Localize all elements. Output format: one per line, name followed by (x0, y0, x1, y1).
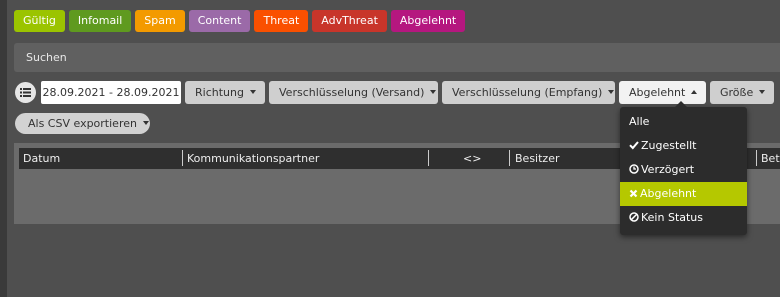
column-header-datum[interactable]: Datum (23, 148, 60, 169)
export-csv-button[interactable]: Als CSV exportieren (15, 113, 150, 134)
status-option-abgelehnt[interactable]: Abgelehnt (620, 182, 747, 206)
column-header-direction[interactable]: <> (463, 148, 481, 169)
caret-down-icon (608, 90, 615, 94)
caret-down-icon (430, 90, 437, 94)
export-csv-label: Als CSV exportieren (28, 117, 137, 130)
status-option-alle[interactable]: Alle (620, 110, 747, 134)
encryption-receive-dropdown[interactable]: Verschlüsselung (Empfang) (442, 81, 615, 104)
encryption-send-label: Verschlüsselung (Versand) (279, 86, 425, 99)
caret-up-icon (691, 90, 698, 94)
tag-gueltig[interactable]: Gültig (14, 10, 65, 32)
caret-down-icon (759, 90, 766, 94)
size-label: Größe (720, 86, 754, 99)
column-divider[interactable] (756, 150, 757, 166)
x-icon (629, 189, 638, 197)
tag-threat[interactable]: Threat (254, 10, 309, 32)
status-option-label: Alle (629, 115, 650, 128)
size-dropdown[interactable]: Größe (710, 81, 774, 104)
list-view-button[interactable] (15, 82, 36, 103)
search-input[interactable] (14, 43, 780, 72)
encryption-receive-label: Verschlüsselung (Empfang) (452, 86, 603, 99)
column-divider[interactable] (182, 150, 183, 166)
tag-content[interactable]: Content (188, 10, 251, 32)
check-icon (629, 141, 639, 150)
status-dropdown-menu: Alle Zugestellt Verzögert Abgelehnt Kein… (620, 101, 747, 235)
ban-icon (629, 212, 639, 222)
date-range-picker[interactable]: 28.09.2021 - 28.09.2021 (41, 81, 181, 104)
search-bar (14, 43, 780, 72)
status-option-zugestellt[interactable]: Zugestellt (620, 134, 747, 158)
column-divider[interactable] (509, 150, 510, 166)
column-header-betreff[interactable]: Betr (761, 148, 780, 169)
status-option-label: Zugestellt (641, 139, 697, 152)
status-label: Abgelehnt (629, 86, 686, 99)
status-option-kein-status[interactable]: Kein Status (620, 206, 747, 230)
status-dropdown[interactable]: Abgelehnt (619, 81, 706, 104)
status-option-verzoegert[interactable]: Verzögert (620, 158, 747, 182)
richtung-dropdown[interactable]: Richtung (185, 81, 265, 104)
column-header-kommunikationspartner[interactable]: Kommunikationspartner (187, 148, 319, 169)
encryption-send-dropdown[interactable]: Verschlüsselung (Versand) (269, 81, 438, 104)
richtung-label: Richtung (195, 86, 244, 99)
tag-spam[interactable]: Spam (135, 10, 185, 32)
status-option-label: Verzögert (641, 163, 695, 176)
status-option-label: Abgelehnt (640, 187, 697, 200)
status-tag-bar: Gültig Infomail Spam Content Threat AdvT… (14, 10, 466, 32)
column-divider[interactable] (428, 150, 429, 166)
tag-infomail[interactable]: Infomail (68, 10, 132, 32)
caret-down-icon (142, 121, 149, 125)
list-icon (20, 88, 31, 97)
tag-advthreat[interactable]: AdvThreat (312, 10, 387, 32)
status-option-label: Kein Status (641, 211, 704, 224)
left-edge-bar (0, 0, 7, 297)
tag-abgelehnt[interactable]: Abgelehnt (390, 10, 466, 32)
column-header-besitzer[interactable]: Besitzer (515, 148, 559, 169)
caret-down-icon (249, 90, 256, 94)
clock-icon (629, 164, 639, 174)
